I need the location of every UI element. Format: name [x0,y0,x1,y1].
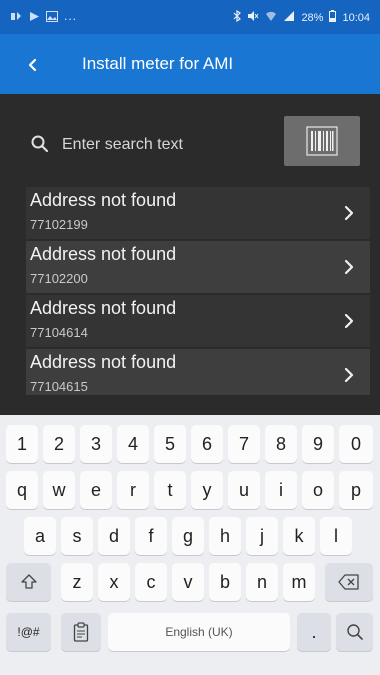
key-o[interactable]: o [302,471,334,509]
more-notifications: ... [64,9,78,23]
key-u[interactable]: u [228,471,260,509]
scan-barcode-button[interactable] [284,116,360,166]
key-f[interactable]: f [135,517,167,555]
key-6[interactable]: 6 [191,425,223,463]
keyboard-search-key[interactable] [336,613,373,651]
search-icon [30,134,50,154]
key-2[interactable]: 2 [43,425,75,463]
key-b[interactable]: b [209,563,241,601]
battery-icon [329,10,337,25]
list-item-title: Address not found [30,190,177,210]
key-z[interactable]: z [61,563,93,601]
app-bar: Install meter for AMI [0,34,380,94]
key-x[interactable]: x [98,563,130,601]
shift-icon [20,574,37,589]
key-v[interactable]: v [172,563,204,601]
list-item[interactable]: Address not found 77104614 [26,295,370,347]
clipboard-icon [73,622,89,642]
barcode-icon [306,126,338,156]
key-8[interactable]: 8 [265,425,297,463]
list-item-title: Address not found [30,352,177,372]
list-item-id: 77102200 [30,271,88,286]
space-key[interactable]: English (UK) [108,613,290,651]
result-list: Address not found 77102199 Address not f… [26,187,370,403]
battery-level: 28% [301,11,324,24]
symbols-key[interactable]: !@# [6,613,51,651]
key-9[interactable]: 9 [302,425,334,463]
list-item-title: Address not found [30,244,177,264]
key-y[interactable]: y [191,471,223,509]
key-1[interactable]: 1 [6,425,38,463]
key-e[interactable]: e [80,471,112,509]
key-0[interactable]: 0 [339,425,373,463]
key-w[interactable]: w [43,471,75,509]
key-4[interactable]: 4 [117,425,149,463]
list-item[interactable]: Address not found 77102199 [26,187,370,239]
chevron-right-icon [344,205,354,221]
search-input[interactable] [62,130,272,160]
list-item-id: 77104615 [30,379,88,394]
search-icon [346,624,363,640]
clock: 10:04 [342,11,370,24]
key-i[interactable]: i [265,471,297,509]
back-button[interactable] [20,52,46,78]
backspace-icon [338,574,359,590]
key-n[interactable]: n [246,563,278,601]
chevron-left-icon [28,58,37,72]
backspace-key[interactable] [325,563,373,601]
play-icon [28,11,40,22]
key-g[interactable]: g [172,517,204,555]
key-5[interactable]: 5 [154,425,186,463]
mute-icon [247,10,259,25]
key-t[interactable]: t [154,471,186,509]
key-p[interactable]: p [339,471,373,509]
list-item-title: Address not found [30,298,177,318]
list-item[interactable]: Address not found 77104615 [26,349,370,401]
status-bar: ... 28% 10:04 [0,0,380,34]
chevron-right-icon [344,313,354,329]
on-screen-keyboard: 1 2 3 4 5 6 7 8 9 0 q w e r t y u i o p … [0,415,380,675]
key-r[interactable]: r [117,471,149,509]
list-footer-space [0,395,380,415]
bluetooth-icon [233,9,242,25]
list-item-id: 77104614 [30,325,88,340]
key-h[interactable]: h [209,517,241,555]
search-bar [0,94,380,186]
image-icon [46,10,58,22]
clipboard-key[interactable] [61,613,101,651]
key-7[interactable]: 7 [228,425,260,463]
list-item-id: 77102199 [30,217,88,232]
key-c[interactable]: c [135,563,167,601]
key-l[interactable]: l [320,517,352,555]
period-key[interactable]: . [297,613,331,651]
list-item[interactable]: Address not found 77102200 [26,241,370,293]
signal-icon [283,10,295,25]
shift-key[interactable] [6,563,51,601]
key-a[interactable]: a [24,517,56,555]
chevron-right-icon [344,259,354,275]
key-j[interactable]: j [246,517,278,555]
notification-icon [10,11,22,22]
wifi-icon [265,10,277,25]
key-m[interactable]: m [283,563,315,601]
key-s[interactable]: s [61,517,93,555]
key-k[interactable]: k [283,517,315,555]
chevron-right-icon [344,367,354,383]
key-d[interactable]: d [98,517,130,555]
key-3[interactable]: 3 [80,425,112,463]
key-q[interactable]: q [6,471,38,509]
page-title: Install meter for AMI [82,54,234,73]
